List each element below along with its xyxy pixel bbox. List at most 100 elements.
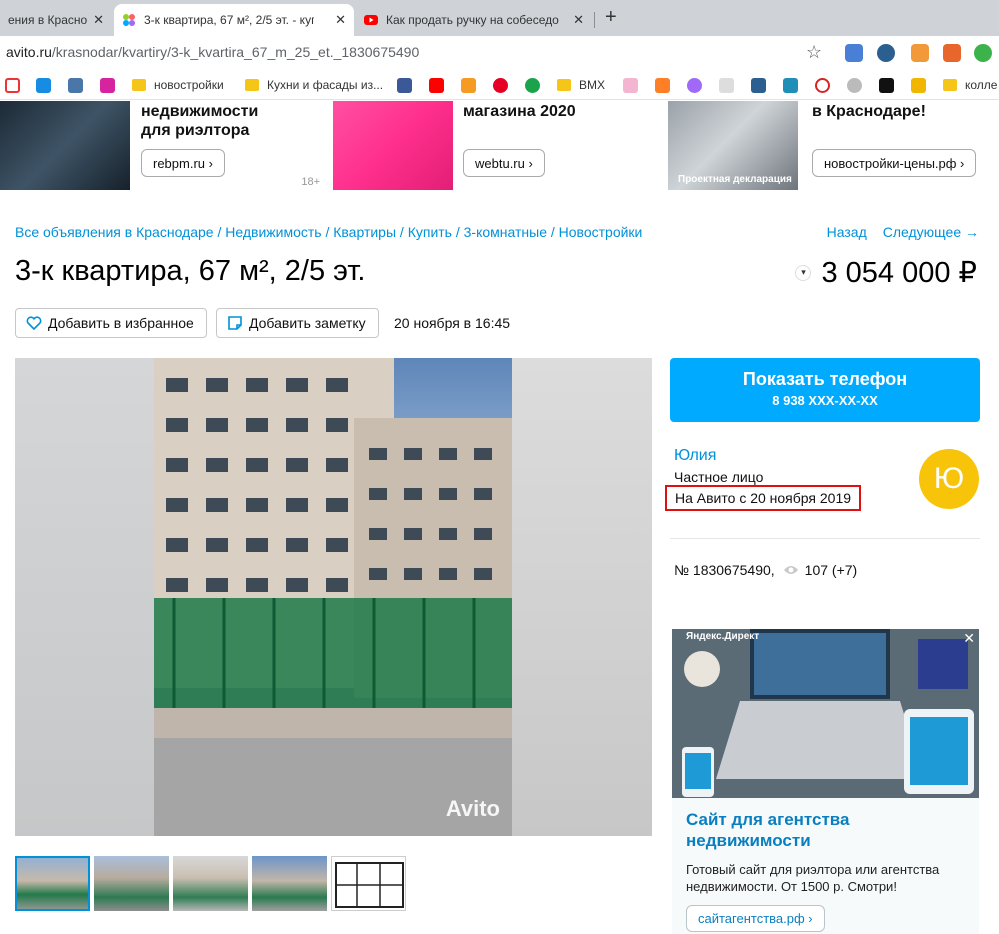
gallery-blur-left [15,358,155,836]
odnoklassniki-icon[interactable] [461,77,484,93]
extension-icon[interactable] [974,44,992,62]
unicorn-icon[interactable] [623,77,646,93]
divider [670,538,980,539]
bookmark-label: Кухни и фасады из... [267,78,384,92]
thumbnail[interactable] [15,856,90,911]
pinterest-icon[interactable] [493,77,516,93]
close-icon[interactable]: ✕ [963,630,975,647]
thumbnail[interactable] [173,856,248,911]
close-icon[interactable]: ✕ [93,12,104,28]
eye-icon [783,566,798,574]
thumbnail-floorplan[interactable] [331,856,406,911]
mail-icon[interactable] [36,77,59,93]
breadcrumb-link[interactable]: 3-комнатные [464,224,547,240]
eye-icon[interactable] [847,77,870,93]
avito-icon[interactable] [687,77,710,93]
green-circle-icon[interactable] [525,77,548,93]
ad-title[interactable]: Сайт для агентства недвижимости [686,809,850,851]
ad-link-button[interactable]: сайтагентства.рф › [686,905,825,932]
breadcrumb-link[interactable]: Все объявления в Краснодаре [15,224,214,240]
bookmarks-bar: новостройки Кухни и фасады из... BMX кол… [0,70,999,100]
listing-id: № 1830675490, [674,562,775,578]
note-icon [228,316,242,330]
copyright-icon[interactable] [815,77,838,93]
add-favorite-button[interactable]: Добавить в избранное [15,308,207,338]
add-note-button[interactable]: Добавить заметку [216,308,379,338]
a-icon[interactable] [879,77,902,93]
tab-title: Как продать ручку на собеседо [386,13,559,27]
star-icon[interactable]: ☆ [806,42,822,63]
publish-date: 20 ноября в 16:45 [394,315,511,331]
b-icon[interactable] [719,77,742,93]
youtube-icon[interactable] [429,77,452,93]
ad-link-button[interactable]: новостройки-цены.рф › [812,149,977,177]
yandex-direct-label: Яндекс.Директ [686,631,760,642]
breadcrumb-link[interactable]: Купить [408,224,452,240]
bookmark-folder-collection[interactable]: колле [943,77,997,93]
ad-link-button[interactable]: rebpm.ru › [141,149,225,177]
breadcrumb-link[interactable]: Недвижимость [225,224,321,240]
url-host: avito.ru [6,44,52,60]
avatar[interactable]: Ю [919,449,979,509]
bookmark-folder-kitchens[interactable]: Кухни и фасады из... [245,77,383,93]
top-ad-webtu[interactable]: магазина 2020 webtu.ru › [333,101,662,190]
thumbnail[interactable] [94,856,169,911]
folder-icon [557,79,571,91]
folder-icon [245,79,259,91]
tab-krasnodar[interactable]: ения в Красно ✕ [0,4,112,36]
bookmark-label: новостройки [154,78,224,92]
layers-extension-icon[interactable] [877,44,895,62]
browser-tab-bar: ения в Красно ✕ 3-к квартира, 67 м², 2/5… [0,0,999,36]
new-tab-icon[interactable]: + [605,6,617,29]
bookmark-folder-novostroyki[interactable]: новостройки [132,77,224,93]
tab-youtube[interactable]: Как продать ручку на собеседо ✕ [356,4,592,36]
seller-type: Частное лицо [674,469,764,485]
ad-description: Готовый сайт для риэлтора или агентства … [686,862,940,894]
hp-icon[interactable] [911,77,934,93]
chevron-down-icon[interactable]: ▾ [795,264,812,281]
price-value: 3 054 000 ₽ [821,257,977,289]
extension-icon[interactable] [943,44,961,62]
breadcrumb-link[interactable]: Новостройки [559,224,643,240]
url-field[interactable]: avito.ru/krasnodar/kvartiry/3-k_kvartira… [6,44,419,60]
url-path: /krasnodar/kvartiry/3-k_kvartira_67_m_25… [51,44,420,60]
avito-favicon-icon [123,14,135,26]
top-ads: недвижимости для риэлтора rebpm.ru › 18+… [0,101,999,190]
instagram-icon[interactable] [100,77,123,93]
photo-gallery[interactable]: Avito [15,358,652,836]
add-favorite-label: Добавить в избранное [48,315,194,331]
youtube-icon [364,15,378,25]
thumbnail[interactable] [252,856,327,911]
extension-icon[interactable] [911,44,929,62]
top-ad-rebpm[interactable]: недвижимости для риэлтора rebpm.ru › 18+ [0,101,326,190]
gmail-icon[interactable] [5,77,28,93]
ad-title: в Краснодаре! [812,103,926,120]
pulse-icon[interactable] [783,77,806,93]
bookmark-label: колле [965,78,998,92]
next-link[interactable]: Следующее → [883,224,979,240]
translate-icon[interactable] [845,44,863,62]
seller-name[interactable]: Юлия [674,447,716,465]
close-icon[interactable]: ✕ [573,12,584,28]
facebook-icon[interactable] [397,77,420,93]
breadcrumb-link[interactable]: Квартиры [333,224,396,240]
address-bar: avito.ru/krasnodar/kvartiry/3-k_kvartira… [0,36,999,70]
ad-link-button[interactable]: webtu.ru › [463,149,545,177]
price: ▾ 3 054 000 ₽ [795,255,977,290]
tab-listing[interactable]: 3-к квартира, 67 м², 2/5 эт. - куп ✕ [114,4,354,36]
show-phone-button[interactable]: Показать телефон 8 938 XXX-XX-XX [670,358,980,422]
bookmark-label: BMX [579,78,606,92]
back-link[interactable]: Назад [827,224,867,240]
folder-icon [132,79,146,91]
breadcrumb: Все объявления в Краснодаре / Недвижимос… [15,224,643,240]
carrot-icon[interactable] [655,77,678,93]
laptop-desk-image [672,629,979,798]
bookmark-folder-bmx[interactable]: BMX [557,77,605,93]
layers-icon[interactable] [751,77,774,93]
show-phone-label: Показать телефон [742,369,908,389]
yandex-direct-ad[interactable]: Яндекс.Директ ✕ Сайт для агентства недви… [672,629,979,934]
close-icon[interactable]: ✕ [335,12,346,28]
top-ad-novostroyki[interactable]: Проектная декларация в Краснодаре! новос… [668,101,999,190]
vk-icon[interactable] [68,77,91,93]
main-photo[interactable]: Avito [154,358,512,836]
